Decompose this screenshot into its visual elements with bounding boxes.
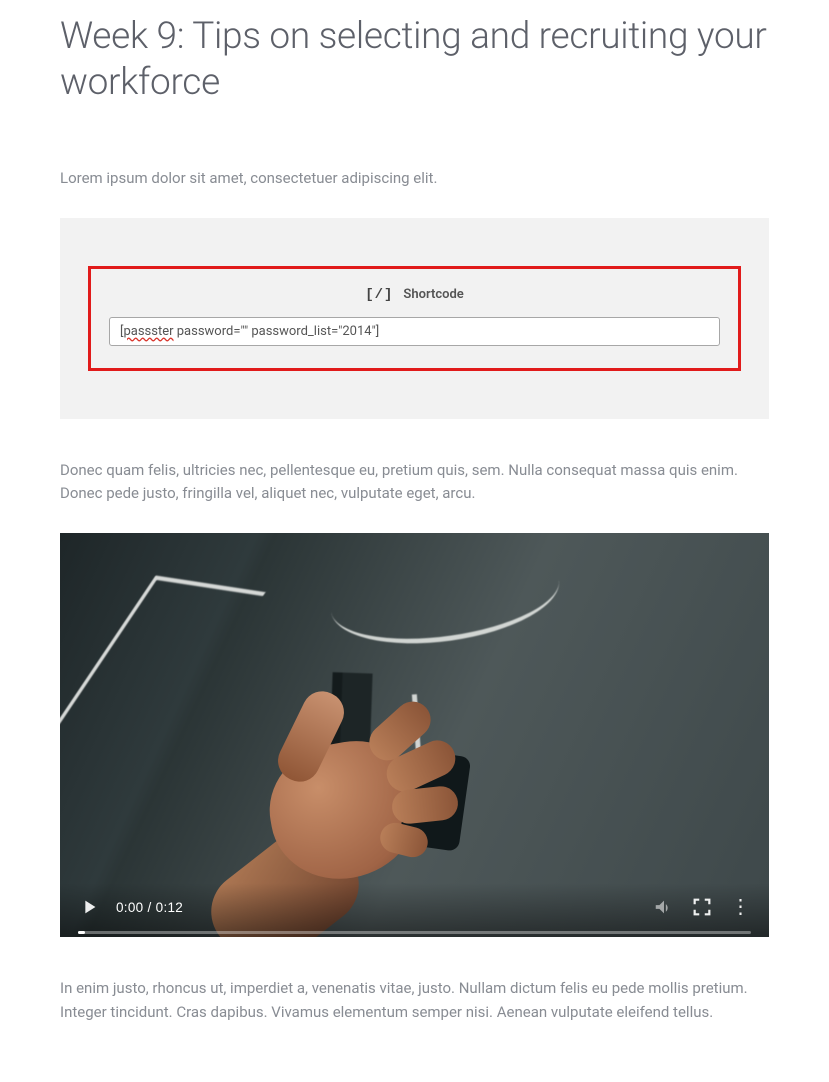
shortcode-block: [/] Shortcode [passster password="" pass… (60, 218, 769, 419)
video-current-time: 0:00 (116, 900, 143, 915)
shortcode-rest: password="" password_list="2014"] (174, 324, 380, 339)
shortcode-input[interactable]: [passster password="" password_list="201… (109, 317, 720, 346)
video-progress-fill (78, 931, 85, 934)
video-controls: 0:00 / 0:12 ⋮ (60, 883, 769, 937)
play-icon[interactable] (78, 896, 100, 918)
more-icon[interactable]: ⋮ (729, 896, 751, 918)
fullscreen-icon[interactable] (691, 896, 713, 918)
body-paragraph-2: In enim justo, rhoncus ut, imperdiet a, … (60, 977, 769, 1024)
shortcode-icon: [/] (365, 287, 393, 303)
intro-paragraph: Lorem ipsum dolor sit amet, consectetuer… (60, 167, 769, 190)
page-root: Week 9: Tips on selecting and recruiting… (0, 0, 829, 1082)
body-paragraph-1: Donec quam felis, ultricies nec, pellent… (60, 459, 769, 506)
highlight-box: [/] Shortcode [passster password="" pass… (88, 266, 741, 371)
video-progress[interactable] (78, 931, 751, 934)
video-frame (60, 533, 769, 937)
block-header: [/] Shortcode (109, 287, 720, 303)
video-timecode: 0:00 / 0:12 (116, 900, 183, 915)
spellcheck-underline: passster (123, 324, 173, 339)
block-label: Shortcode (403, 287, 463, 302)
hand-illustration (230, 693, 460, 913)
video-player[interactable]: 0:00 / 0:12 ⋮ (60, 533, 769, 937)
volume-icon[interactable] (653, 896, 675, 918)
video-total-time: 0:12 (156, 900, 183, 915)
page-title: Week 9: Tips on selecting and recruiting… (60, 14, 769, 107)
